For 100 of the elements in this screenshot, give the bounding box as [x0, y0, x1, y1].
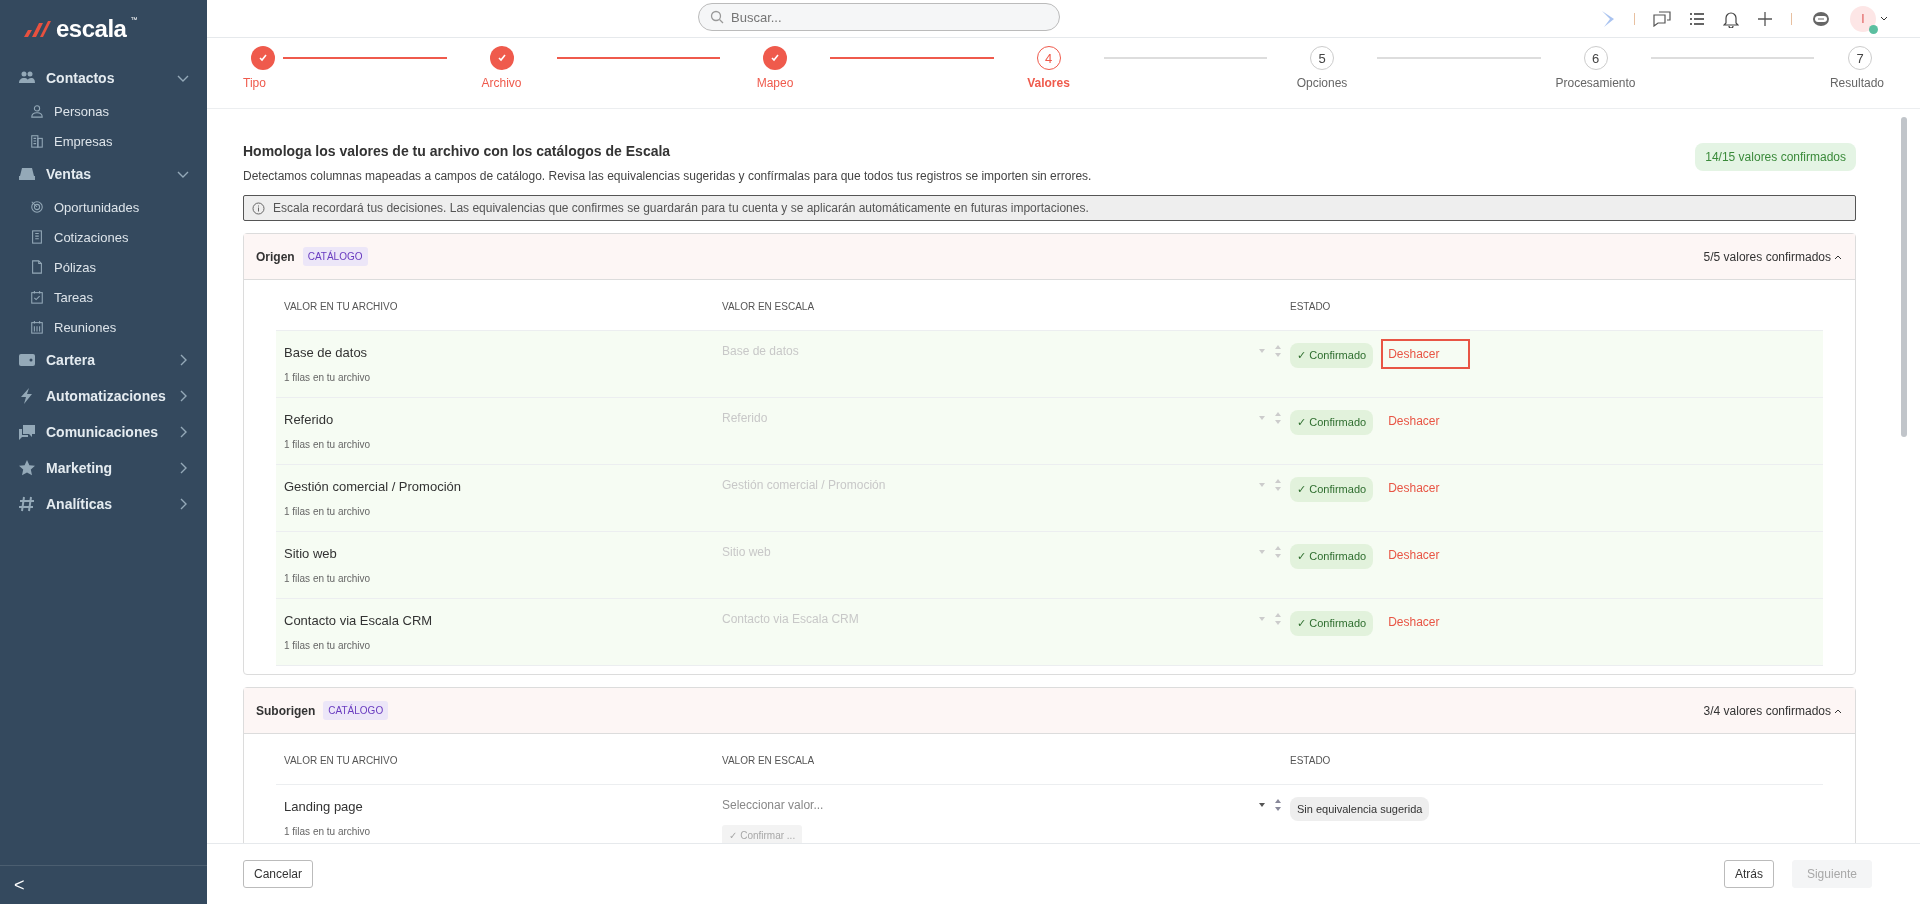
column-header: VALOR EN ESCALA [721, 300, 816, 312]
file-value: Contacto via Escala CRM [284, 613, 434, 628]
file-value: Base de datos [284, 345, 369, 360]
step-label: Tipo [243, 76, 266, 90]
wizard-step[interactable]: 6 Procesamiento [1540, 46, 1651, 90]
check-icon [770, 53, 780, 63]
nav-item[interactable]: Personas [0, 96, 207, 126]
search-icon [710, 10, 724, 24]
undo-link[interactable]: Deshacer [1381, 339, 1470, 369]
person-icon [30, 104, 44, 118]
collapse-button[interactable]: < [10, 874, 29, 896]
check-icon [496, 53, 507, 63]
back-button[interactable]: Atrás [1723, 860, 1774, 888]
nav-item[interactable]: Cotizaciones [0, 222, 207, 252]
hash-icon [18, 495, 36, 513]
file-value: Sitio web [284, 546, 338, 561]
step-label: Mapeo [756, 76, 794, 90]
document-icon [30, 230, 44, 244]
row-count: 1 filas en tu archivo [284, 640, 372, 651]
caret-icon [1258, 348, 1266, 354]
row-count: 1 filas en tu archivo [284, 506, 372, 517]
step-circle: 4 [1036, 46, 1061, 70]
undo-link[interactable]: Deshacer [1381, 406, 1470, 436]
step-label: Valores [1027, 76, 1070, 90]
plus-icon[interactable] [1757, 10, 1773, 27]
nav-item[interactable]: Pólizas [0, 252, 207, 282]
section-title: Suborigen [256, 703, 316, 718]
caret-icon[interactable] [1880, 15, 1888, 22]
calendar-icon [30, 320, 44, 334]
target-icon [30, 200, 44, 214]
column-header: VALOR EN TU ARCHIVO [283, 300, 399, 312]
caret-icon [1258, 802, 1266, 808]
caret-icon [1258, 549, 1266, 555]
document-icon [30, 260, 44, 274]
list-icon[interactable] [1689, 11, 1705, 26]
column-header: ESTADO [1289, 300, 1332, 312]
file-value: Gestión comercial / Promoción [284, 479, 462, 494]
caret-icon [1258, 415, 1266, 421]
stepper-arrows-icon [1274, 343, 1282, 359]
building-icon [30, 134, 44, 148]
nav-item[interactable]: Empresas [0, 126, 207, 156]
caret-icon [1258, 616, 1266, 622]
undo-link[interactable]: Deshacer [1381, 607, 1470, 637]
nav-item[interactable]: Reuniones [0, 312, 207, 342]
chat-icon[interactable] [1653, 10, 1671, 27]
wizard-step[interactable]: 7 Resultado [1814, 46, 1884, 90]
step-label: Archivo [481, 76, 522, 90]
status-badge: ✓ Confirmado [1290, 343, 1374, 368]
step-label: Opciones [1296, 76, 1348, 90]
nav-group[interactable]: Analíticas [0, 486, 207, 522]
nav-group[interactable]: Comunicaciones [0, 414, 207, 450]
caret-icon [1258, 482, 1266, 488]
value-select[interactable]: Seleccionar valor... [722, 797, 1282, 813]
wallet-icon [18, 351, 36, 369]
status-badge: ✓ Confirmado [1290, 410, 1374, 435]
undo-link[interactable]: Deshacer [1381, 473, 1470, 503]
nav-item[interactable]: Oportunidades [0, 192, 207, 222]
nav-group[interactable]: Cartera [0, 342, 207, 378]
description: Detectamos columnas mapeadas a campos de catálogo. Revisa las equivalencias sugeridas y confírmalas para que todos tus registros se importen sin errores. [243, 169, 1093, 183]
status-badge: ✓ Confirmado [1290, 611, 1374, 636]
row-count: 1 filas en tu archivo [284, 439, 372, 450]
file-value: Landing page [284, 799, 364, 814]
wizard-step[interactable]: Tipo [243, 46, 283, 90]
stepper-arrows-icon [1274, 611, 1282, 627]
progress-badge: 14/15 valores confirmados [1695, 143, 1856, 171]
checklist-icon [30, 290, 44, 304]
step-circle: 6 [1583, 46, 1608, 70]
nav-group[interactable]: Ventas [0, 156, 207, 192]
nav-group[interactable]: Marketing [0, 450, 207, 486]
check-icon [258, 53, 268, 63]
step-circle: 7 [1848, 46, 1872, 70]
wizard-step[interactable]: 5 Opciones [1267, 46, 1377, 90]
catalog-tag: CATÁLOGO [302, 247, 368, 266]
status-badge: ✓ Confirmado [1290, 544, 1374, 569]
section-summary: 5/5 valores confirmados [1703, 249, 1831, 264]
column-header: VALOR EN TU ARCHIVO [283, 754, 399, 766]
page-title: Homologa los valores de tu archivo con los catálogos de Escala [243, 143, 672, 159]
status-badge: ✓ Confirmado [1290, 477, 1374, 502]
status-badge: Sin equivalencia sugerida [1290, 797, 1430, 821]
undo-link[interactable]: Deshacer [1381, 540, 1470, 570]
logo-text: escala [56, 15, 127, 43]
section-title: Origen [256, 249, 295, 264]
nav-group[interactable]: Automatizaciones [0, 378, 207, 414]
catalog-tag: CATÁLOGO [323, 701, 389, 720]
stepper-arrows-icon [1274, 544, 1282, 560]
file-value: Referido [284, 412, 335, 427]
stepper-arrows-icon [1274, 797, 1282, 813]
stepper-arrows-icon [1274, 410, 1282, 426]
cancel-button[interactable]: Cancelar [243, 860, 314, 888]
row-count: 1 filas en tu archivo [284, 372, 372, 383]
search-field[interactable]: Buscar... [698, 3, 1060, 31]
chat-icon [18, 423, 36, 441]
notice-text: Escala recordará tus decisiones. Las equivalencias que confirmes se guardarán para tu cuenta y se aplicarán automáticamente en futuras importaciones. [273, 201, 1089, 215]
logo-icon [22, 19, 52, 39]
info-icon [252, 201, 265, 215]
nav-item[interactable]: Tareas [0, 282, 207, 312]
column-header: ESTADO [1289, 754, 1332, 766]
star-icon [18, 459, 36, 477]
section-summary: 3/4 valores confirmados [1703, 703, 1831, 718]
nav-group[interactable]: Contactos [0, 60, 207, 96]
